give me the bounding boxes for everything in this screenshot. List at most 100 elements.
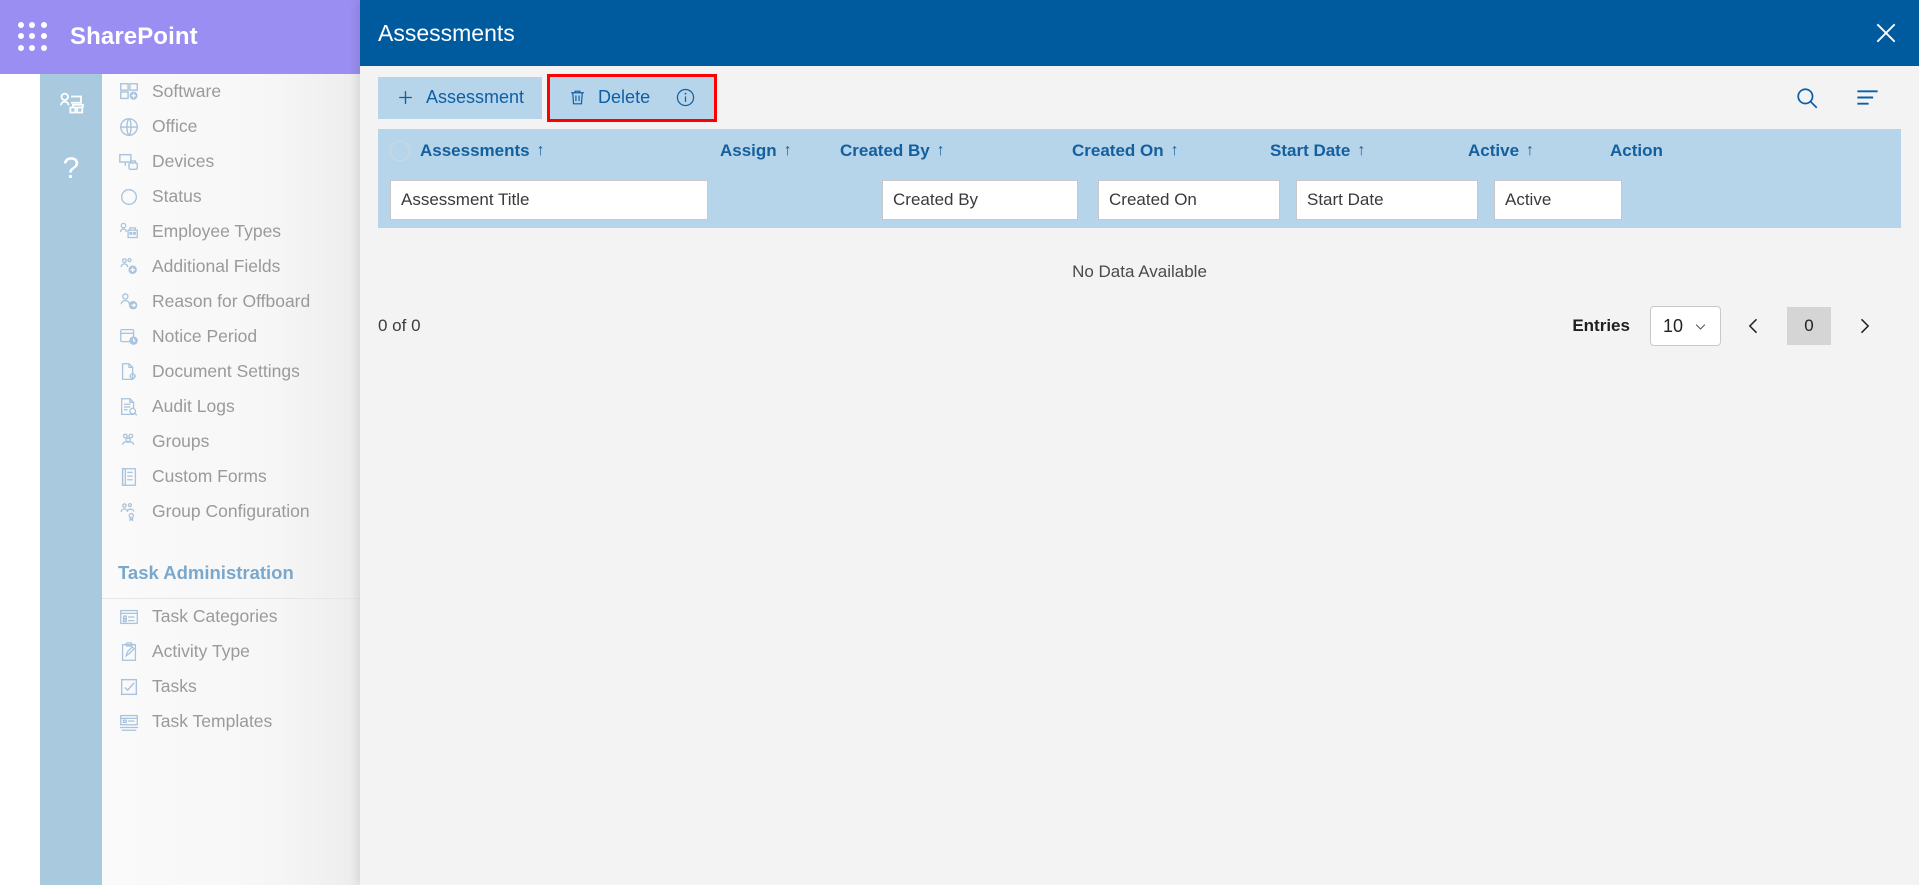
devices-icon [119,153,138,170]
sidebar-item-notice-period[interactable]: Notice Period [102,319,360,354]
page-title: Assessments [378,19,515,46]
sidebar-item-devices[interactable]: Devices [102,144,360,179]
sort-arrow-icon: ↑ [936,141,945,159]
grid-footer: 0 of 0 Entries 10 0 [360,296,1919,356]
sidebar-item-label: Custom Forms [152,466,267,486]
icon-rail: ? [40,74,102,885]
sharepoint-brand: SharePoint [70,23,198,50]
tasks-check-icon [120,678,138,695]
sidebar-item-groups[interactable]: Groups [102,424,360,459]
column-label: Assign [720,140,777,160]
trash-icon [571,90,584,105]
column-label: Action [1610,140,1663,160]
sidebar-item-additional-fields[interactable]: Additional Fields [102,249,360,284]
sidebar-item-activity-type[interactable]: Activity Type [102,634,360,669]
audit-logs-icon [121,397,138,416]
sidebar-item-label: Groups [152,431,210,451]
entries-per-page-select[interactable]: 10 [1649,306,1721,346]
column-label: Created On [1072,140,1164,160]
sidebar-item-software[interactable]: Software [102,74,360,109]
column-label: Created By [840,140,930,160]
filter-created-on[interactable] [1098,180,1280,220]
search-icon[interactable] [1794,85,1820,111]
sidebar-item-status[interactable]: Status [102,179,360,214]
grid-filter-row [378,172,1901,228]
sidebar-item-label: Software [152,81,222,101]
sidebar-item-document-settings[interactable]: Document Settings [102,354,360,389]
additional-fields-icon [120,257,137,274]
select-all-circle-icon[interactable] [390,140,410,161]
groups-icon [121,433,135,445]
empty-state-message: No Data Available [378,228,1901,296]
sort-arrow-icon: ↑ [1170,141,1179,159]
filter-assessment-title[interactable] [390,180,708,220]
assessments-grid: Assessments ↑ Assign ↑ Created By ↑ Crea… [378,129,1901,296]
next-page-button[interactable] [1847,307,1881,345]
toolbar-right-actions [1794,66,1881,129]
delete-button[interactable]: Delete [547,73,718,122]
sidebar-item-label: Audit Logs [152,396,235,416]
modal-header: Assessments [360,0,1919,66]
filter-start-date[interactable] [1296,180,1478,220]
sidebar-item-office[interactable]: Office [102,109,360,144]
custom-forms-icon [121,467,137,486]
sidebar-item-task-categories[interactable]: Task Categories [102,599,360,634]
sidebar-item-label: Document Settings [152,361,300,381]
column-header-assign[interactable]: Assign ↑ [720,141,840,161]
entries-value: 10 [1662,315,1683,336]
screen: SharePoint ? Software Office Devices Sta… [0,0,1919,885]
sidebar-item-employee-types[interactable]: Employee Types [102,214,360,249]
sidebar-item-audit-logs[interactable]: Audit Logs [102,389,360,424]
sidebar-item-label: Status [152,186,202,206]
filter-menu-icon[interactable] [1854,84,1881,111]
sidebar-item-custom-forms[interactable]: Custom Forms [102,459,360,494]
plus-icon [399,91,412,104]
group-configuration-icon [120,502,135,522]
grid-header-row: Assessments ↑ Assign ↑ Created By ↑ Crea… [378,129,1901,172]
sidebar-item-label: Additional Fields [152,256,281,276]
sidebar-item-reason-for-offboard[interactable]: Reason for Offboard [102,284,360,319]
software-add-icon [120,82,138,100]
column-header-assessments[interactable]: Assessments ↑ [420,141,720,161]
close-icon[interactable] [1853,0,1919,66]
sidebar-item-label: Reason for Offboard [152,291,311,311]
sidebar-item-tasks[interactable]: Tasks [102,669,360,704]
task-templates-icon [119,714,139,731]
sidebar-item-label: Tasks [152,676,197,696]
add-assessment-button[interactable]: Assessment [378,76,543,119]
app-launcher-icon[interactable] [18,22,48,52]
info-circle-icon[interactable] [675,87,696,108]
sharepoint-body: ? Software Office Devices Status Employe… [0,74,360,885]
modal-toolbar: Assessment Delete [360,66,1919,129]
document-settings-icon [121,362,136,380]
column-header-created-on[interactable]: Created On ↑ [1072,141,1270,161]
help-question-icon[interactable]: ? [63,154,80,184]
sidebar-item-label: Activity Type [152,641,250,661]
delete-label: Delete [598,87,651,107]
column-header-active[interactable]: Active ↑ [1468,141,1610,161]
sharepoint-topbar: SharePoint [0,0,360,74]
add-assessment-label: Assessment [426,87,525,107]
filter-created-by[interactable] [882,180,1078,220]
column-label: Assessments [420,140,530,160]
sidebar-item-group-configuration[interactable]: Group Configuration [102,494,360,529]
column-label: Active [1468,140,1520,160]
prev-page-button[interactable] [1737,307,1771,345]
column-header-start-date[interactable]: Start Date ↑ [1270,141,1468,161]
chevron-down-icon [1695,323,1706,330]
sort-arrow-icon: ↑ [536,141,545,159]
sidebar-item-task-templates[interactable]: Task Templates [102,704,360,739]
employee-types-icon [119,222,138,238]
entries-label: Entries [1572,316,1630,335]
globe-icon [120,117,138,136]
filter-active[interactable] [1494,180,1622,220]
sidebar-item-label: Notice Period [152,326,258,346]
sort-arrow-icon: ↑ [1526,141,1535,159]
sidebar-item-label: Group Configuration [152,501,310,521]
org-chart-icon[interactable] [56,90,86,120]
sort-arrow-icon: ↑ [1357,141,1366,159]
sidebar-item-label: Office [152,116,198,136]
page-number-button[interactable]: 0 [1787,307,1831,345]
column-header-action: Action [1610,141,1663,161]
column-header-created-by[interactable]: Created By ↑ [840,141,1072,161]
